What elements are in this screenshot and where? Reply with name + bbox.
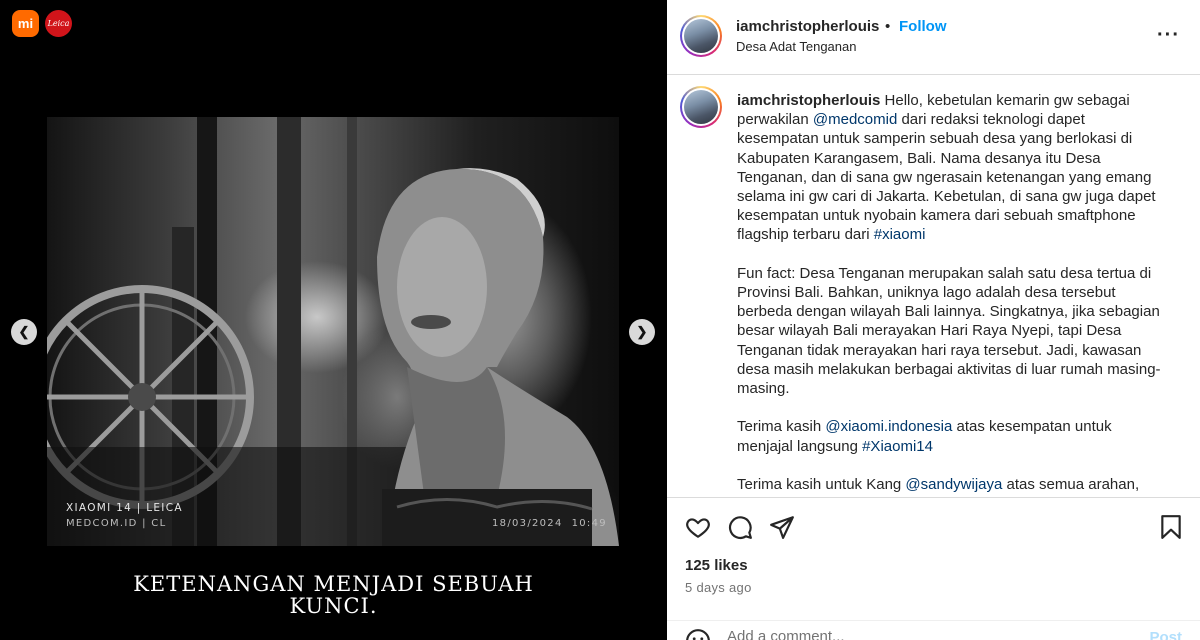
photo-scene xyxy=(47,117,619,546)
post-location[interactable]: Desa Adat Tenganan xyxy=(736,39,856,54)
heart-icon[interactable] xyxy=(685,514,711,540)
like-count[interactable]: 125 likes xyxy=(685,557,748,574)
next-button[interactable]: ❯ xyxy=(629,319,655,345)
chevron-right-icon: ❯ xyxy=(636,324,648,339)
media-pane: mi Leica XIAOMI 14 | LEICA MEDCOM.ID | C… xyxy=(0,0,667,640)
post-timestamp[interactable]: 5 days ago xyxy=(685,580,752,595)
caption-text-segment: Terima kasih xyxy=(737,418,826,436)
comment-input[interactable] xyxy=(727,628,1127,640)
avatar[interactable] xyxy=(680,15,722,57)
leica-logo: Leica xyxy=(45,10,72,37)
hashtag-xiaomi14[interactable]: #Xiaomi14 xyxy=(862,438,933,455)
add-comment-bar: Post xyxy=(667,620,1200,640)
bookmark-icon[interactable] xyxy=(1158,514,1184,540)
caption-text: iamchristopherlouis Hello, kebetulan kem… xyxy=(737,91,1169,497)
post-username[interactable]: iamchristopherlouis xyxy=(736,18,879,35)
caption-paragraph-3: Terima kasih @xiaomi.indonesia atas kese… xyxy=(737,417,1169,455)
more-horizontal-icon: ··· xyxy=(1157,24,1180,46)
comment-icon[interactable] xyxy=(727,514,753,540)
post-detail-pane: iamchristopherlouis • Follow Desa Adat T… xyxy=(667,0,1200,640)
watermark-datetime: 18/03/2024 10:49 xyxy=(492,518,607,529)
hashtag-xiaomi[interactable]: #xiaomi xyxy=(874,226,926,243)
previous-button[interactable]: ❮ xyxy=(11,319,37,345)
more-options-button[interactable]: ··· xyxy=(1157,24,1180,47)
photo-caption-line-2: KUNCI. xyxy=(289,594,378,618)
post-comment-button[interactable]: Post xyxy=(1149,629,1182,640)
brand-badges: mi Leica xyxy=(12,10,72,37)
xiaomi-logo: mi xyxy=(12,10,39,37)
post-header: iamchristopherlouis • Follow Desa Adat T… xyxy=(667,0,1200,75)
caption-avatar[interactable] xyxy=(680,86,722,128)
chevron-left-icon: ❮ xyxy=(18,324,30,339)
caption-username[interactable]: iamchristopherlouis xyxy=(737,92,880,109)
caption-paragraph-1: iamchristopherlouis Hello, kebetulan kem… xyxy=(737,91,1169,245)
follow-button[interactable]: Follow xyxy=(899,18,947,35)
separator-dot: • xyxy=(885,18,891,35)
watermark-device: XIAOMI 14 | LEICA xyxy=(66,502,183,514)
caption-text-segment: dari redaksi teknologi dapet kesempatan … xyxy=(737,111,1156,244)
caption-section: iamchristopherlouis Hello, kebetulan kem… xyxy=(667,76,1200,497)
post-photo[interactable]: XIAOMI 14 | LEICA MEDCOM.ID | CL 18/03/2… xyxy=(47,117,619,546)
share-icon[interactable] xyxy=(769,514,795,540)
watermark-credit: MEDCOM.ID | CL xyxy=(66,518,167,529)
post-actions: 125 likes 5 days ago Post xyxy=(667,497,1200,640)
emoji-icon[interactable] xyxy=(685,628,711,640)
caption-text-segment: atas semua arahan, xyxy=(1002,476,1140,494)
caption-paragraph-2: Fun fact: Desa Tenganan merupakan salah … xyxy=(737,264,1161,398)
caption-text-segment: Terima kasih untuk Kang xyxy=(737,476,906,494)
mention-medcomid[interactable]: @medcomid xyxy=(813,111,897,128)
mention-sandywijaya[interactable]: @sandywijaya xyxy=(905,476,1002,493)
photo-caption-line-1: KETENANGAN MENJADI SEBUAH xyxy=(133,572,534,596)
mention-xiaomi-indonesia[interactable]: @xiaomi.indonesia xyxy=(825,418,952,435)
caption-paragraph-4: Terima kasih untuk Kang @sandywijaya ata… xyxy=(737,475,1169,494)
